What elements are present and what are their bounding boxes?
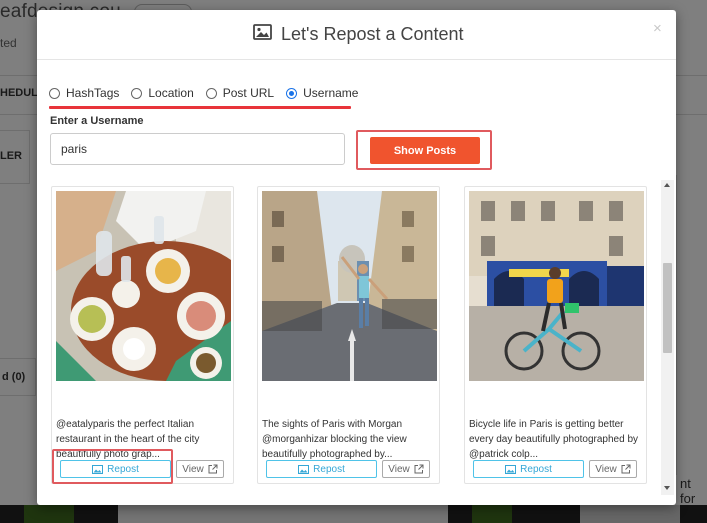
post-card: The sights of Paris with Morgan @morganh…	[257, 186, 440, 484]
view-button[interactable]: View	[382, 460, 430, 478]
post-card: Bicycle life in Paris is getting better …	[464, 186, 647, 484]
radio-location[interactable]	[131, 87, 143, 99]
repost-button[interactable]: Repost	[266, 460, 377, 478]
option-hashtags-label: HashTags	[66, 86, 120, 100]
close-icon[interactable]: ×	[653, 20, 662, 37]
option-post-url-label: Post URL	[222, 86, 275, 100]
image-icon	[92, 464, 104, 474]
option-location[interactable]: Location	[131, 86, 194, 100]
external-link-icon	[208, 464, 218, 474]
option-hashtags[interactable]: HashTags	[49, 86, 119, 100]
modal-title: Let's Repost a Content	[281, 24, 464, 44]
posts-scroll-area[interactable]: @eatalyparis the perfect Italian restaur…	[37, 180, 676, 495]
post-image	[262, 191, 437, 381]
external-link-icon	[414, 464, 424, 474]
repost-button-label: Repost	[313, 463, 345, 475]
view-button[interactable]: View	[176, 460, 224, 478]
view-button-label: View	[182, 463, 204, 475]
repost-modal: Let's Repost a Content × HashTags Locati…	[37, 10, 676, 505]
view-button[interactable]: View	[589, 460, 637, 478]
modal-header: Let's Repost a Content ×	[37, 10, 676, 60]
search-type-options: HashTags Location Post URL Username	[49, 86, 370, 100]
post-image	[56, 191, 231, 381]
radio-post-url[interactable]	[205, 87, 217, 99]
username-label: Enter a Username	[50, 115, 144, 127]
modal-title-group: Let's Repost a Content	[253, 24, 464, 45]
post-caption: @eatalyparis the perfect Italian restaur…	[56, 419, 200, 460]
radio-username[interactable]	[286, 87, 298, 99]
radio-hashtags[interactable]	[49, 87, 60, 99]
image-icon	[298, 464, 310, 474]
scrollbar-thumb[interactable]	[663, 263, 672, 353]
repost-button-label: Repost	[520, 463, 552, 475]
option-username-label: Username	[303, 86, 359, 100]
repost-button[interactable]: Repost	[60, 460, 171, 478]
scroll-down-arrow[interactable]	[664, 486, 670, 490]
scroll-up-arrow[interactable]	[664, 183, 670, 187]
option-username[interactable]: Username	[286, 86, 358, 100]
option-post-url[interactable]: Post URL	[205, 86, 275, 100]
options-highlight-underline	[49, 106, 351, 109]
post-image	[469, 191, 644, 381]
show-posts-button[interactable]: Show Posts	[370, 137, 480, 164]
external-link-icon	[621, 464, 631, 474]
view-button-label: View	[388, 463, 410, 475]
view-button-label: View	[595, 463, 617, 475]
image-icon	[253, 24, 272, 45]
post-caption: Bicycle life in Paris is getting better …	[469, 419, 639, 460]
option-location-label: Location	[148, 86, 194, 100]
repost-button-label: Repost	[107, 463, 139, 475]
post-card: @eatalyparis the perfect Italian restaur…	[51, 186, 234, 484]
repost-button[interactable]: Repost	[473, 460, 584, 478]
post-caption: The sights of Paris with Morgan @morganh…	[262, 419, 407, 460]
posts-scrollbar[interactable]	[661, 180, 674, 495]
username-input[interactable]	[50, 133, 345, 165]
image-icon	[505, 464, 517, 474]
